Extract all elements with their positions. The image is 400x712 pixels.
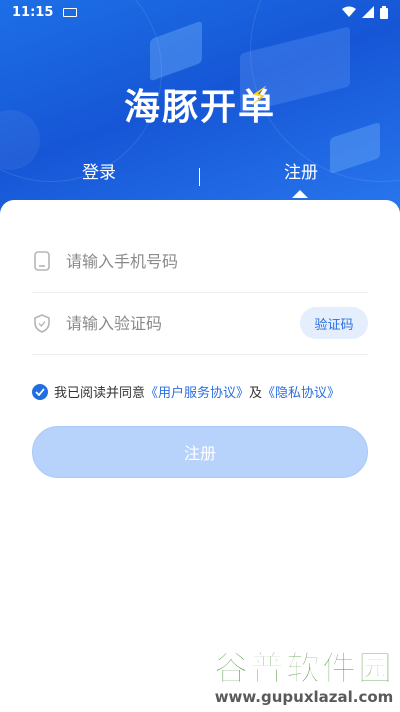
get-code-button[interactable]: 验证码 — [300, 307, 368, 339]
tab-login[interactable]: 登录 — [82, 158, 116, 183]
signal-icon — [362, 6, 374, 18]
active-tab-indicator — [292, 190, 308, 198]
status-bar: 11:15 — [0, 0, 400, 24]
battery-icon — [380, 5, 388, 19]
watermark-url: www.gupuxlazal.com — [214, 688, 394, 706]
agreement-and: 及 — [249, 386, 263, 401]
register-button[interactable]: 注册 — [32, 426, 368, 478]
bolt-icon: ⚡ — [250, 82, 271, 112]
agreement-row: 我已阅读并同意 《用户服务协议》 及 《隐私协议》 — [32, 382, 340, 401]
header-banner: 11:15 海豚开单 ⚡ 登录 注册 — [0, 0, 400, 230]
watermark-title: 谷普软件园 — [214, 649, 394, 690]
agreement-prefix: 我已阅读并同意 — [54, 386, 146, 401]
app-logo: 海豚开单 ⚡ — [0, 78, 400, 130]
shield-icon — [32, 313, 52, 333]
user-agreement-link[interactable]: 《用户服务协议》 — [145, 382, 249, 401]
check-icon — [35, 387, 45, 396]
privacy-link[interactable]: 《隐私协议》 — [262, 382, 340, 401]
phone-input[interactable] — [64, 250, 368, 272]
register-card: 验证码 我已阅读并同意 《用户服务协议》 及 《隐私协议》 注册 谷普软件园 w… — [0, 200, 400, 712]
decor-box — [150, 20, 202, 82]
code-field: 验证码 — [32, 292, 368, 355]
status-time: 11:15 — [12, 4, 54, 20]
keyboard-icon — [63, 7, 78, 17]
wifi-icon — [342, 6, 356, 17]
phone-field — [32, 230, 368, 293]
site-watermark: 谷普软件园 www.gupuxlazal.com — [214, 641, 394, 707]
auth-tabs: 登录 注册 — [0, 150, 400, 198]
tab-register[interactable]: 注册 — [284, 158, 318, 183]
phone-icon — [32, 251, 52, 271]
tab-divider — [199, 168, 200, 186]
code-input[interactable] — [64, 312, 300, 334]
agreement-checkbox[interactable] — [32, 383, 48, 400]
